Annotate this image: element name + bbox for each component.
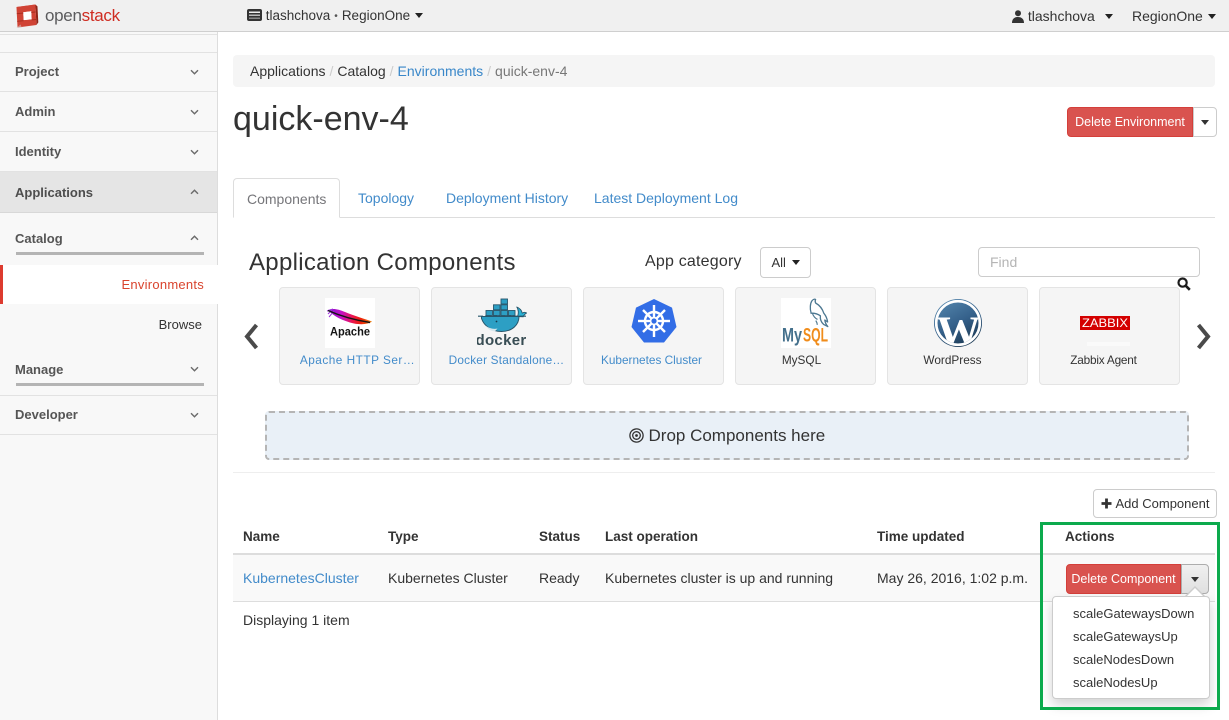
svg-text:docker: docker <box>477 332 527 348</box>
svg-text:ZABBIX: ZABBIX <box>1082 316 1128 330</box>
svg-text:SQL: SQL <box>803 326 828 347</box>
svg-text:My: My <box>782 326 802 347</box>
svg-text:Apache: Apache <box>330 325 370 339</box>
svg-text:W: W <box>936 308 980 349</box>
